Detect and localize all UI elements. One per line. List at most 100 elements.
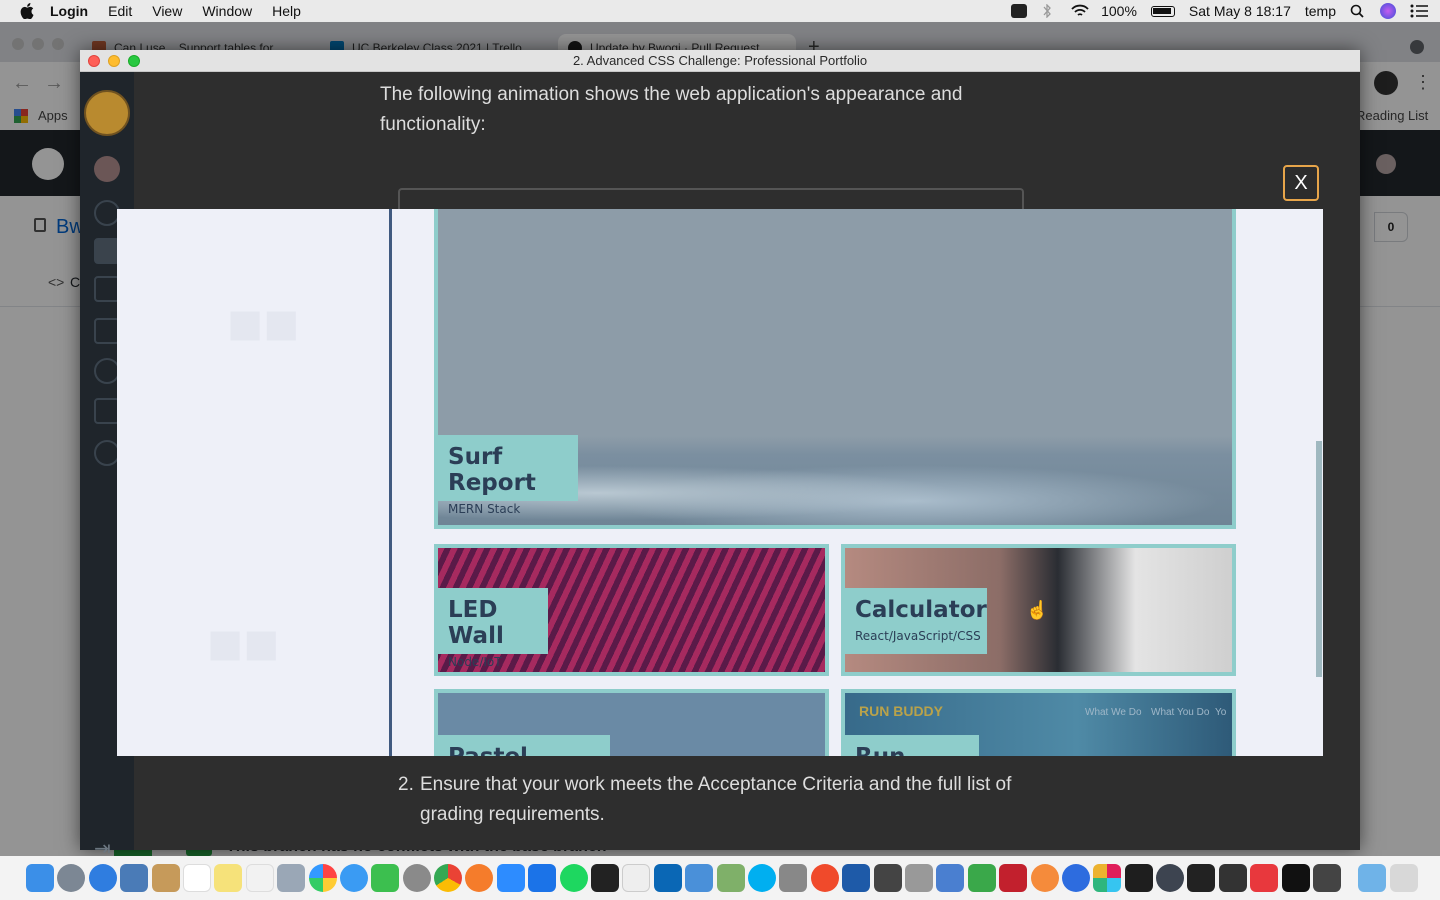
menu-view[interactable]: View xyxy=(152,3,182,19)
faded-heading: ■■ xyxy=(207,610,280,677)
project-title: Calculator xyxy=(855,597,987,623)
spotify-icon[interactable] xyxy=(559,864,588,892)
app-icon[interactable] xyxy=(716,864,745,892)
lightbox-close-button[interactable]: X xyxy=(1283,165,1319,201)
hand-cursor-icon: ☝ xyxy=(1026,600,1049,620)
react-icon[interactable] xyxy=(1187,864,1216,892)
menubar-user[interactable]: temp xyxy=(1305,3,1336,19)
finder-icon[interactable] xyxy=(26,864,54,892)
skype-icon[interactable] xyxy=(747,864,776,892)
vscode-icon[interactable] xyxy=(653,864,682,892)
faded-heading: ■■ xyxy=(227,290,300,357)
messages-icon[interactable] xyxy=(339,864,368,892)
menu-help[interactable]: Help xyxy=(272,3,301,19)
wifi-icon[interactable] xyxy=(1071,4,1089,18)
run-buddy-nav-3: Yo xyxy=(1215,707,1227,718)
project-card-led-wall[interactable]: LED Wall Node/IoT xyxy=(434,544,829,676)
launchpad-icon[interactable] xyxy=(57,864,86,892)
project-title: LED Wall xyxy=(448,597,504,649)
app-icon[interactable] xyxy=(1061,864,1090,892)
downloads-folder-icon[interactable] xyxy=(1358,864,1387,892)
project-card-pastel-puzzels[interactable]: Pastel Puzzels xyxy=(434,689,829,756)
system-preferences-icon[interactable] xyxy=(402,864,431,892)
apple-icon[interactable] xyxy=(20,3,36,20)
zoom-icon[interactable] xyxy=(496,864,525,892)
slack-icon[interactable] xyxy=(1093,864,1122,892)
spotlight-search-icon[interactable] xyxy=(1350,4,1366,18)
window-title: 2. Advanced CSS Challenge: Professional … xyxy=(572,53,868,68)
firefox-icon[interactable] xyxy=(465,864,494,892)
preview-icon[interactable] xyxy=(120,864,149,892)
atom-icon[interactable] xyxy=(1156,864,1185,892)
app-icon[interactable] xyxy=(842,864,871,892)
app-icon[interactable] xyxy=(1030,864,1059,892)
project-title: Run Buddy xyxy=(855,744,969,756)
run-buddy-nav-2: What You Do xyxy=(1151,707,1210,718)
project-label: Pastel Puzzels xyxy=(438,735,610,756)
project-gallery: Surf Report MERN Stack LED Wall Node/IoT… xyxy=(395,209,1323,756)
menubar-app-icon[interactable] xyxy=(1011,4,1028,18)
window-zoom-button[interactable] xyxy=(128,55,140,67)
reminders-icon[interactable] xyxy=(245,864,274,892)
app-icon[interactable] xyxy=(779,864,808,892)
project-card-surf-report[interactable]: Surf Report MERN Stack xyxy=(434,209,1236,529)
project-label: LED Wall Node/IoT xyxy=(438,588,548,669)
window-minimize-button[interactable] xyxy=(108,55,120,67)
trash-icon[interactable] xyxy=(1389,864,1418,892)
github-desktop-icon[interactable] xyxy=(1218,864,1247,892)
window-close-button[interactable] xyxy=(88,55,100,67)
battery-percent: 100% xyxy=(1101,3,1137,19)
project-subtitle: MERN Stack xyxy=(448,502,521,516)
project-title: Surf Report xyxy=(448,444,536,496)
step-text: Ensure that your work meets the Acceptan… xyxy=(420,774,1012,825)
app-icon[interactable] xyxy=(1313,864,1342,892)
figma-icon[interactable] xyxy=(1124,864,1153,892)
photos-icon[interactable] xyxy=(308,864,337,892)
image-lightbox: ■■ ■■ Surf Report MERN Stack LED Wall No… xyxy=(117,209,1323,756)
run-buddy-nav-1: What We Do xyxy=(1085,707,1142,718)
assignment-intro-text: The following animation shows the web ap… xyxy=(380,84,963,135)
bluetooth-icon[interactable] xyxy=(1041,3,1057,19)
mac-dock xyxy=(0,856,1440,900)
battery-icon[interactable] xyxy=(1150,5,1175,17)
project-subtitle: React/JavaScript/CSS xyxy=(855,629,981,643)
siri-icon[interactable] xyxy=(1380,3,1396,19)
app-icon[interactable] xyxy=(810,864,839,892)
project-label: Run Buddy xyxy=(845,735,979,756)
app-icon[interactable] xyxy=(936,864,965,892)
mac-menubar: Login Edit View Window Help 100% Sat May… xyxy=(0,0,1440,22)
app-icon[interactable] xyxy=(999,864,1028,892)
xcode-icon[interactable] xyxy=(685,864,714,892)
account-avatar[interactable] xyxy=(94,156,120,182)
portfolio-left-panel: ■■ ■■ xyxy=(117,209,392,756)
app-icon[interactable] xyxy=(528,864,557,892)
berkeley-extension-logo[interactable] xyxy=(84,90,130,136)
maps-icon[interactable] xyxy=(277,864,306,892)
run-buddy-logo: RUN BUDDY xyxy=(859,703,943,719)
project-subtitle: Node/IoT xyxy=(448,655,502,669)
project-title: Pastel Puzzels xyxy=(448,744,600,756)
facetime-icon[interactable] xyxy=(371,864,400,892)
project-label: Surf Report MERN Stack xyxy=(438,435,578,516)
window-title-bar: 2. Advanced CSS Challenge: Professional … xyxy=(80,50,1360,72)
menu-app-name[interactable]: Login xyxy=(50,3,88,19)
menubar-clock[interactable]: Sat May 8 18:17 xyxy=(1189,3,1291,19)
app-icon[interactable] xyxy=(1281,864,1310,892)
calendar-icon[interactable] xyxy=(182,864,211,892)
project-card-run-buddy[interactable]: RUN BUDDY What We Do What You Do Yo Run … xyxy=(841,689,1236,756)
menu-window[interactable]: Window xyxy=(202,3,252,19)
notification-center-icon[interactable] xyxy=(1410,4,1428,18)
document-icon[interactable] xyxy=(622,864,651,892)
chrome-icon[interactable] xyxy=(434,864,463,892)
app-icon[interactable] xyxy=(1250,864,1279,892)
terminal-icon[interactable] xyxy=(591,864,620,892)
notes-icon[interactable] xyxy=(214,864,243,892)
gallery-scrollbar[interactable] xyxy=(1316,441,1322,677)
contacts-icon[interactable] xyxy=(151,864,180,892)
app-icon[interactable] xyxy=(873,864,902,892)
safari-icon[interactable] xyxy=(88,864,117,892)
app-icon[interactable] xyxy=(904,864,933,892)
utorrent-icon[interactable] xyxy=(967,864,996,892)
menu-edit[interactable]: Edit xyxy=(108,3,132,19)
step-number: 2. xyxy=(398,774,414,795)
